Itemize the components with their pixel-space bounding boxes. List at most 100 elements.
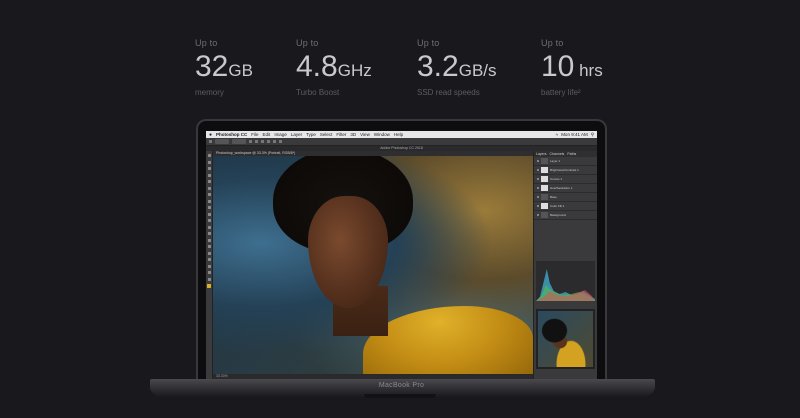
- align-icon[interactable]: [273, 140, 276, 143]
- layer-row[interactable]: Background: [534, 211, 597, 220]
- option-dropdown[interactable]: [232, 139, 246, 144]
- marquee-tool-icon[interactable]: [207, 160, 211, 164]
- blur-tool-icon[interactable]: [207, 232, 211, 235]
- eyedropper-tool-icon[interactable]: [207, 186, 211, 190]
- align-icon[interactable]: [249, 140, 252, 143]
- spec-value: 3.2GB/s: [417, 50, 497, 83]
- canvas-portrait[interactable]: [213, 156, 533, 374]
- visibility-icon[interactable]: [537, 196, 539, 198]
- spec-upto: Up to: [296, 38, 319, 48]
- align-icon[interactable]: [261, 140, 264, 143]
- layer-row[interactable]: Hue/Saturation 1: [534, 184, 597, 193]
- apple-icon[interactable]: ●: [209, 132, 212, 138]
- menu-image[interactable]: Image: [274, 132, 287, 137]
- menu-window[interactable]: Window: [374, 132, 390, 137]
- menu-filter[interactable]: Filter: [336, 132, 346, 137]
- laptop-brand-label: MacBook Pro: [378, 382, 425, 389]
- laptop-screen: ● Photoshop CC File Edit Image Layer Typ…: [206, 131, 597, 379]
- stamp-tool-icon[interactable]: [207, 206, 211, 209]
- histogram-graph: [536, 269, 595, 301]
- spec-value: 32GB: [195, 50, 253, 83]
- layer-thumbnail: [541, 185, 548, 191]
- menu-clock[interactable]: Mon 9:41 AM: [561, 132, 588, 138]
- visibility-icon[interactable]: [537, 178, 539, 180]
- visibility-icon[interactable]: [537, 205, 539, 207]
- brush-tool-icon[interactable]: [207, 199, 211, 203]
- layer-thumbnail: [541, 158, 548, 164]
- layer-thumbnail: [541, 203, 548, 209]
- align-icon[interactable]: [267, 140, 270, 143]
- spec-caption: battery life²: [541, 88, 581, 97]
- laptop-lid: ● Photoshop CC File Edit Image Layer Typ…: [196, 119, 607, 379]
- histogram-panel: [536, 261, 595, 301]
- visibility-icon[interactable]: [537, 214, 539, 216]
- align-icon[interactable]: [279, 140, 282, 143]
- spec-memory: Up to 32GB memory: [195, 38, 253, 97]
- spec-value: 10 hrs: [541, 50, 603, 83]
- wifi-icon[interactable]: ≈: [556, 132, 558, 138]
- lasso-tool-icon[interactable]: [207, 167, 211, 170]
- healing-tool-icon[interactable]: [207, 193, 211, 196]
- move-tool-icon[interactable]: [207, 154, 211, 157]
- spec-value: 4.8GHz: [296, 50, 372, 83]
- navigator-thumbnail: [538, 311, 593, 367]
- menu-select[interactable]: Select: [320, 132, 333, 137]
- layer-thumbnail: [541, 212, 548, 218]
- menu-type[interactable]: Type: [306, 132, 316, 137]
- hand-tool-icon[interactable]: [207, 271, 211, 274]
- color-swatch-icon[interactable]: [207, 284, 211, 288]
- layer-row[interactable]: Color Fill 1: [534, 202, 597, 211]
- spec-battery-life: Up to 10 hrs battery life²: [541, 38, 603, 97]
- visibility-icon[interactable]: [537, 187, 539, 189]
- spec-caption: SSD read speeds: [417, 88, 480, 97]
- layer-row[interactable]: Brightness/Contrast 1: [534, 166, 597, 175]
- layer-thumbnail: [541, 167, 548, 173]
- visibility-icon[interactable]: [537, 169, 539, 171]
- tab-layers[interactable]: Layers: [536, 151, 547, 157]
- tools-panel: [206, 151, 213, 379]
- gradient-tool-icon[interactable]: [207, 225, 211, 229]
- menu-edit[interactable]: Edit: [263, 132, 271, 137]
- spec-upto: Up to: [195, 38, 218, 48]
- history-brush-icon[interactable]: [207, 212, 211, 216]
- tab-channels[interactable]: Channels: [550, 151, 565, 157]
- eraser-tool-icon[interactable]: [207, 219, 211, 222]
- search-icon[interactable]: ⚲: [591, 132, 594, 138]
- zoom-tool-icon[interactable]: [207, 277, 211, 281]
- tool-preset-icon[interactable]: [209, 140, 212, 143]
- layer-thumbnail: [541, 194, 548, 200]
- right-panels: Layers Channels Paths Layer 1 Brightness…: [533, 151, 597, 379]
- menu-file[interactable]: File: [251, 132, 258, 137]
- dodge-tool-icon[interactable]: [207, 238, 211, 242]
- menu-layer[interactable]: Layer: [291, 132, 302, 137]
- options-bar: [206, 138, 597, 146]
- quick-select-tool-icon[interactable]: [207, 173, 211, 177]
- menu-view[interactable]: View: [360, 132, 370, 137]
- type-tool-icon[interactable]: [207, 251, 211, 255]
- path-select-icon[interactable]: [207, 258, 211, 261]
- shape-tool-icon[interactable]: [207, 264, 211, 268]
- layer-thumbnail: [541, 176, 548, 182]
- layer-row[interactable]: Base: [534, 193, 597, 202]
- visibility-icon[interactable]: [537, 160, 539, 162]
- laptop-notch: [364, 394, 436, 398]
- portrait-shirt: [363, 306, 533, 374]
- menu-help[interactable]: Help: [394, 132, 403, 137]
- navigator-panel[interactable]: [536, 309, 595, 369]
- spec-ssd-speed: Up to 3.2GB/s SSD read speeds: [417, 38, 497, 97]
- align-icon[interactable]: [255, 140, 258, 143]
- workspace: Photoshop_workspace @ 33.3% (Portrait, R…: [206, 151, 597, 379]
- layer-row[interactable]: Curves 1: [534, 175, 597, 184]
- spec-turbo-boost: Up to 4.8GHz Turbo Boost: [296, 38, 372, 97]
- layer-row[interactable]: Layer 1: [534, 157, 597, 166]
- menu-bar: ● Photoshop CC File Edit Image Layer Typ…: [206, 131, 597, 138]
- spec-upto: Up to: [541, 38, 564, 48]
- option-dropdown[interactable]: [215, 139, 229, 144]
- spec-upto: Up to: [417, 38, 440, 48]
- menu-app-name[interactable]: Photoshop CC: [216, 132, 247, 137]
- spec-caption: Turbo Boost: [296, 88, 340, 97]
- crop-tool-icon[interactable]: [207, 180, 211, 183]
- menu-3d[interactable]: 3D: [350, 132, 356, 137]
- pen-tool-icon[interactable]: [207, 245, 211, 248]
- tab-paths[interactable]: Paths: [567, 151, 576, 157]
